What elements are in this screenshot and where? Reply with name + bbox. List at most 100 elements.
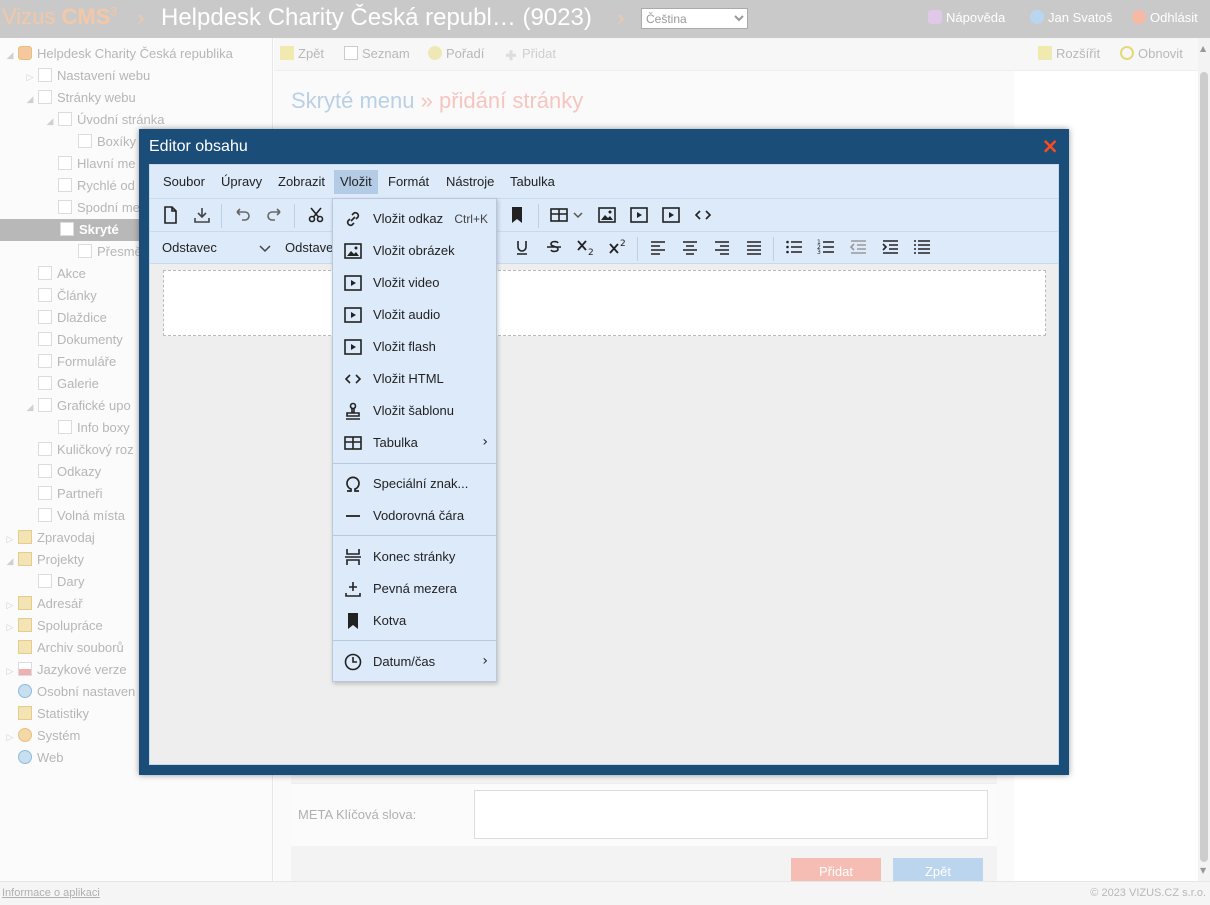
menu-item-datetime[interactable]: Datum/čas › bbox=[333, 645, 496, 677]
scroll-up-icon[interactable]: ▲ bbox=[1200, 44, 1206, 53]
language-select[interactable]: Čeština bbox=[641, 8, 748, 29]
sidebar-item-root[interactable]: ◢ Helpdesk Charity Česká republika bbox=[4, 43, 233, 65]
sidebar-item-pages[interactable]: ◢ Stránky webu bbox=[24, 87, 136, 109]
brand-logo[interactable]: Vizus CMS3 bbox=[2, 4, 117, 30]
menu-zobrazit[interactable]: Zobrazit bbox=[272, 170, 331, 194]
table-icon[interactable] bbox=[548, 204, 570, 226]
superscript-icon[interactable]: 2 bbox=[607, 236, 629, 258]
menu-nastroje[interactable]: Nástroje bbox=[440, 170, 500, 194]
form-add-button[interactable]: Přidat bbox=[791, 858, 881, 882]
media-icon[interactable] bbox=[628, 204, 650, 226]
menu-item-insert-image[interactable]: Vložit obrázek bbox=[333, 234, 496, 266]
sidebar-item-documents[interactable]: Dokumenty bbox=[24, 329, 123, 351]
list-button[interactable]: Seznam bbox=[344, 46, 410, 61]
redo-icon[interactable] bbox=[264, 204, 286, 226]
sidebar-item-stats[interactable]: Statistiky bbox=[4, 703, 89, 725]
close-icon[interactable]: × bbox=[1041, 135, 1059, 157]
menu-item-anchor[interactable]: Kotva bbox=[333, 604, 496, 636]
editor-content-area[interactable] bbox=[163, 270, 1046, 336]
back-button[interactable]: Zpět bbox=[280, 46, 324, 61]
sidebar-item-directory[interactable]: ▷ Adresář bbox=[4, 593, 83, 615]
align-center-icon[interactable] bbox=[679, 236, 701, 258]
help-link[interactable]: Nápověda bbox=[928, 10, 1005, 25]
sidebar-item-forms[interactable]: Formuláře bbox=[24, 351, 116, 373]
sidebar-item-info-boxes[interactable]: Info boxy bbox=[44, 417, 130, 439]
subscript-icon[interactable]: 2 bbox=[575, 236, 597, 258]
underline-icon[interactable] bbox=[511, 236, 533, 258]
meta-keywords-textarea[interactable] bbox=[474, 790, 988, 839]
sidebar-item-partners[interactable]: Partneři bbox=[24, 483, 103, 505]
sidebar-item-links[interactable]: Odkazy bbox=[24, 461, 101, 483]
indent-icon[interactable] bbox=[879, 236, 901, 258]
sidebar-item-main-menu[interactable]: Hlavní me bbox=[44, 153, 136, 175]
menu-upravy[interactable]: Úpravy bbox=[215, 170, 268, 194]
strikethrough-icon[interactable] bbox=[543, 236, 565, 258]
expand-button[interactable]: Rozšířit bbox=[1038, 46, 1100, 61]
sidebar-item-web[interactable]: Web bbox=[4, 747, 64, 769]
sidebar-item-graphics[interactable]: ◢ Grafické upo bbox=[24, 395, 131, 417]
bookmark-icon[interactable] bbox=[506, 204, 528, 226]
menu-item-special-char[interactable]: Speciální znak... bbox=[333, 467, 496, 499]
sidebar-item-newsletter[interactable]: ▷ Zpravodaj bbox=[4, 527, 95, 549]
logout-link[interactable]: Odhlásit bbox=[1132, 10, 1198, 25]
menu-item-page-break[interactable]: Konec stránky bbox=[333, 540, 496, 572]
cut-icon[interactable] bbox=[305, 204, 327, 226]
image-icon[interactable] bbox=[596, 204, 618, 226]
menu-item-nbsp[interactable]: Pevná mezera bbox=[333, 572, 496, 604]
code-icon[interactable] bbox=[692, 204, 714, 226]
menu-item-insert-link[interactable]: Vložit odkaz Ctrl+K bbox=[333, 202, 496, 234]
form-back-button[interactable]: Zpět bbox=[893, 858, 983, 882]
sidebar-item-home[interactable]: ◢ Úvodní stránka bbox=[44, 109, 164, 131]
block-list-icon[interactable] bbox=[911, 236, 933, 258]
chevron-down-icon[interactable] bbox=[570, 204, 592, 226]
app-info-link[interactable]: Informace o aplikaci bbox=[2, 887, 100, 899]
sidebar-item-jobs[interactable]: Volná místa bbox=[24, 505, 125, 527]
sidebar-item-cooperation[interactable]: ▷ Spolupráce bbox=[4, 615, 103, 637]
align-left-icon[interactable] bbox=[647, 236, 669, 258]
sidebar-item-bottom-menu[interactable]: Spodní me bbox=[44, 197, 140, 219]
menu-item-insert-html[interactable]: Vložit HTML bbox=[333, 362, 496, 394]
align-justify-icon[interactable] bbox=[743, 236, 765, 258]
menu-vlozit[interactable]: Vložit bbox=[334, 170, 378, 194]
page-scrollbar[interactable]: ▲ ▼ bbox=[1198, 38, 1210, 881]
sidebar-item-articles[interactable]: Články bbox=[24, 285, 97, 307]
sidebar-item-tiles[interactable]: Dlaždice bbox=[24, 307, 107, 329]
menu-item-insert-template[interactable]: Vložit šablonu bbox=[333, 394, 496, 426]
save-icon[interactable] bbox=[191, 204, 213, 226]
numbered-list-icon[interactable]: 123 bbox=[815, 236, 837, 258]
menu-soubor[interactable]: Soubor bbox=[157, 170, 211, 194]
sidebar-item-gallery[interactable]: Galerie bbox=[24, 373, 99, 395]
outdent-icon[interactable] bbox=[847, 236, 869, 258]
sidebar-item-languages[interactable]: ▷ Jazykové verze bbox=[4, 659, 127, 681]
refresh-button[interactable]: Obnovit bbox=[1120, 46, 1183, 61]
new-document-icon[interactable] bbox=[159, 204, 181, 226]
scrollbar-thumb[interactable] bbox=[1200, 72, 1208, 862]
sidebar-item-boxiky[interactable]: Boxíky bbox=[64, 131, 136, 153]
sidebar-item-personal[interactable]: Osobní nastaven bbox=[4, 681, 135, 703]
sidebar-item-settings[interactable]: ▷ Nastavení webu bbox=[24, 65, 150, 87]
video-icon[interactable] bbox=[660, 204, 682, 226]
sidebar-item-system[interactable]: ▷ Systém bbox=[4, 725, 80, 747]
style-select[interactable]: Odstave bbox=[285, 237, 335, 259]
sidebar-item-bullet[interactable]: Kuličkový roz bbox=[24, 439, 134, 461]
menu-tabulka[interactable]: Tabulka bbox=[504, 170, 561, 194]
scroll-down-icon[interactable]: ▼ bbox=[1200, 866, 1206, 875]
block-format-select[interactable]: Odstavec bbox=[162, 237, 272, 259]
site-title[interactable]: Helpdesk Charity Česká republ… (9023) bbox=[161, 4, 592, 32]
sidebar-item-quick[interactable]: Rychlé od bbox=[44, 175, 135, 197]
menu-item-insert-flash[interactable]: Vložit flash bbox=[333, 330, 496, 362]
sidebar-item-archive[interactable]: Archiv souborů bbox=[4, 637, 124, 659]
menu-format[interactable]: Formát bbox=[382, 170, 435, 194]
menu-item-horizontal-rule[interactable]: Vodorovná čára bbox=[333, 499, 496, 531]
user-link[interactable]: Jan Svatoš bbox=[1030, 10, 1112, 25]
sidebar-item-events[interactable]: Akce bbox=[24, 263, 86, 285]
menu-item-table[interactable]: Tabulka › bbox=[333, 426, 496, 458]
order-button[interactable]: Pořadí bbox=[428, 46, 484, 61]
sidebar-item-donations[interactable]: Dary bbox=[24, 571, 84, 593]
align-right-icon[interactable] bbox=[711, 236, 733, 258]
add-button[interactable]: ✚ Přidat bbox=[504, 46, 556, 63]
bullet-list-icon[interactable] bbox=[783, 236, 805, 258]
menu-item-insert-video[interactable]: Vložit video bbox=[333, 266, 496, 298]
menu-item-insert-audio[interactable]: Vložit audio bbox=[333, 298, 496, 330]
undo-icon[interactable] bbox=[231, 204, 253, 226]
